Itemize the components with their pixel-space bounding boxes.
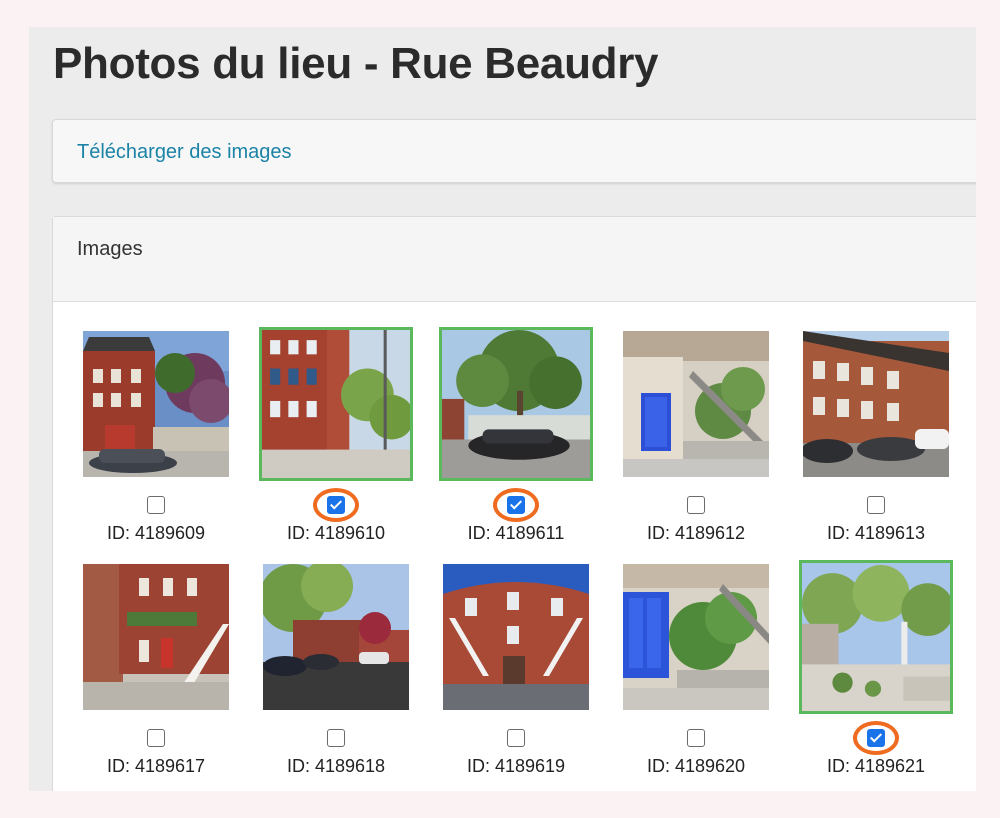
upload-panel: Télécharger des images: [52, 119, 976, 183]
selection-highlight-ring: [493, 488, 539, 522]
photo-card: ID: 4189621: [786, 560, 966, 791]
photo-thumbnail[interactable]: [799, 560, 953, 714]
photo-card: ID: 4189618: [246, 564, 426, 791]
photo-id-label: ID: 4189619: [466, 756, 566, 776]
photo-id-label: ID: 4189611: [467, 523, 565, 543]
photo-select-checkbox[interactable]: [687, 496, 705, 514]
photo-thumbnail[interactable]: [83, 331, 229, 477]
images-panel: Images ID: 4189609 ID: 4189610 ID: 41896…: [52, 216, 976, 791]
photo-card: ID: 4189619: [426, 564, 606, 791]
images-panel-heading: Images: [53, 217, 976, 302]
photo-id-label: ID: 4189620: [646, 756, 746, 776]
page-title: Photos du lieu - Rue Beaudry: [53, 39, 659, 88]
selection-highlight-ring: [853, 721, 899, 755]
photo-id-label: ID: 4189613: [826, 523, 926, 543]
photo-select-checkbox[interactable]: [147, 729, 165, 747]
photo-card: ID: 4189617: [66, 564, 246, 791]
photo-card: ID: 4189613: [786, 331, 966, 561]
photo-thumbnail[interactable]: [83, 564, 229, 710]
photo-select-checkbox[interactable]: [327, 729, 345, 747]
photo-thumbnail[interactable]: [443, 564, 589, 710]
photo-select-checkbox[interactable]: [867, 496, 885, 514]
photo-id-label: ID: 4189617: [106, 756, 206, 776]
photo-card: ID: 4189612: [606, 331, 786, 561]
photo-id-label: ID: 4189609: [106, 523, 206, 543]
photo-card: ID: 4189611: [426, 327, 606, 561]
photo-select-checkbox[interactable]: [507, 729, 525, 747]
photo-id-label: ID: 4189612: [646, 523, 746, 543]
photo-id-label: ID: 4189621: [826, 756, 926, 776]
images-heading-text: Images: [77, 238, 143, 260]
photo-thumbnail[interactable]: [623, 564, 769, 710]
photo-thumbnail[interactable]: [623, 331, 769, 477]
selection-highlight-ring: [313, 488, 359, 522]
photo-thumbnail[interactable]: [263, 564, 409, 710]
photo-thumbnail[interactable]: [439, 327, 593, 481]
photo-thumbnail[interactable]: [803, 331, 949, 477]
photo-thumbnail[interactable]: [259, 327, 413, 481]
photo-select-checkbox[interactable]: [147, 496, 165, 514]
photo-card: ID: 4189610: [246, 327, 426, 561]
photo-select-checkbox[interactable]: [687, 729, 705, 747]
photo-card: ID: 4189609: [66, 331, 246, 561]
upload-images-link[interactable]: Télécharger des images: [77, 141, 292, 164]
photo-id-label: ID: 4189618: [286, 756, 386, 776]
page-frame: Photos du lieu - Rue Beaudry Télécharger…: [29, 27, 976, 791]
photo-id-label: ID: 4189610: [286, 523, 386, 543]
photo-card: ID: 4189620: [606, 564, 786, 791]
